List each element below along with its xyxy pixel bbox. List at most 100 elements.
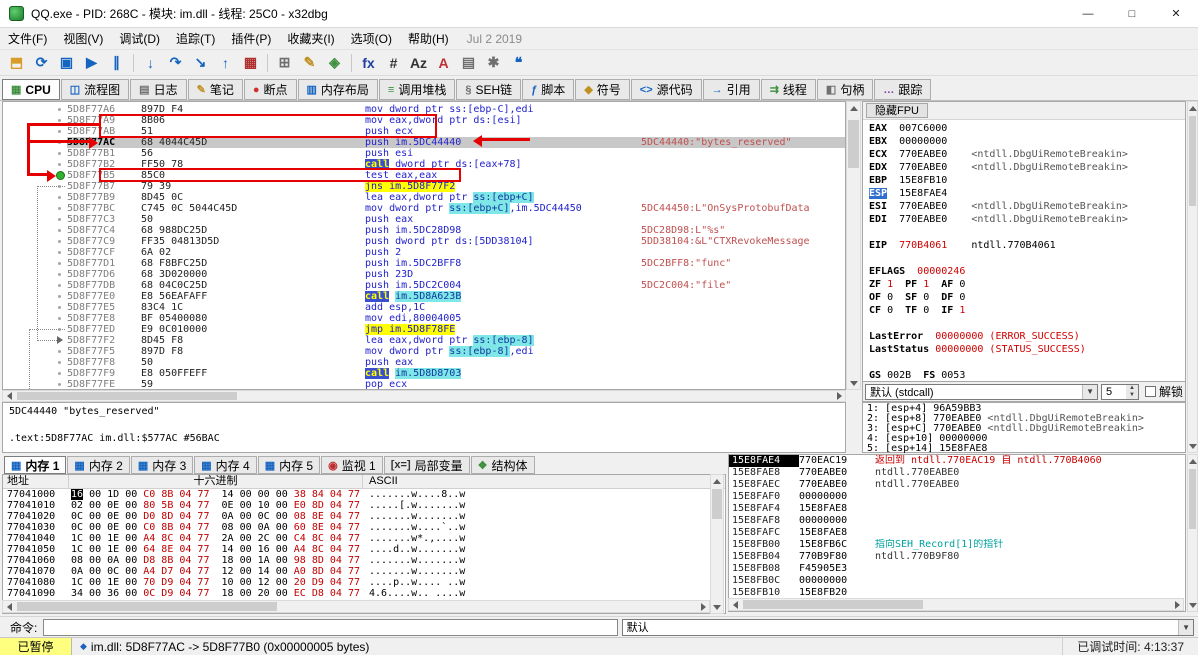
register-line[interactable]: [869, 317, 1179, 330]
stack-row-15E8FAF4[interactable]: 15E8FAF4 15E8FAE8: [729, 503, 1185, 515]
instruction-gutter[interactable]: [3, 269, 67, 280]
disasm-row-5D8F77E5[interactable]: 5D8F77E5 83C4 1C add esp,1C: [3, 302, 845, 313]
disasm-row-5D8F77C3[interactable]: 5D8F77C3 50 push eax: [3, 214, 845, 225]
disasm-row-5D8F77F5[interactable]: 5D8F77F5 897D F8 mov dword ptr ss:[ebp-8],…: [3, 346, 845, 357]
calculator-icon[interactable]: ▤: [456, 52, 481, 74]
dump-row-77041040[interactable]: 77041040 1C 00 1E 00 A4 8C 04 77 2A 00 2C…: [3, 533, 725, 544]
dump-row-77041060[interactable]: 77041060 08 00 0A 00 D8 8B 04 77 18 00 1A…: [3, 555, 725, 566]
register-line[interactable]: EIP 770B4061 ntdll.770B4061: [869, 239, 1179, 252]
dump-row-77041020[interactable]: 77041020 0C 00 0E 00 D0 8D 04 77 0A 00 0C…: [3, 511, 725, 522]
dump-horizontal-scrollbar[interactable]: [2, 600, 710, 613]
stack-vertical-scrollbar[interactable]: [1187, 454, 1198, 612]
registers-scrollbar[interactable]: [1187, 101, 1198, 453]
stack-row-15E8FB00[interactable]: 15E8FB00 15E8FB6C 指向SEH_Record[1]的指针: [729, 539, 1185, 551]
tab-log[interactable]: ▤ 日志: [130, 79, 187, 100]
register-line[interactable]: LastError 00000000 (ERROR_SUCCESS): [869, 330, 1179, 343]
disasm-row-5D8F77BC[interactable]: 5D8F77BC C745 0C 5044C45D mov dword ptr ss…: [3, 203, 845, 214]
tab-dump-5[interactable]: ▦ 内存 5: [257, 456, 321, 474]
disasm-row-5D8F77B9[interactable]: 5D8F77B9 8D45 0C lea eax,dword ptr ss:[ebp…: [3, 192, 845, 203]
tab-dump-1[interactable]: ▦ 内存 1: [4, 456, 67, 474]
instruction-gutter[interactable]: [3, 159, 67, 170]
instruction-gutter[interactable]: [3, 192, 67, 203]
instruction-dot[interactable]: [58, 284, 61, 287]
tab-notes[interactable]: ✎ 笔记: [187, 79, 243, 100]
stack-row-15E8FB0C[interactable]: 15E8FB0C 00000000: [729, 575, 1185, 587]
stack-row-15E8FAEC[interactable]: 15E8FAEC 770EABE0 ntdll.770EABE0: [729, 479, 1185, 491]
args-count-spinner[interactable]: 5 ▲ ▼: [1100, 383, 1139, 400]
instruction-dot[interactable]: [58, 361, 61, 364]
tab-handles[interactable]: ◧ 句柄: [816, 79, 874, 100]
calling-convention-select[interactable]: 默认 (stdcall) ▼: [865, 383, 1098, 400]
disasm-row-5D8F77AC[interactable]: 5D8F77AC 68 4044C45D push im.5DC44440 5DC44…: [3, 137, 845, 148]
instruction-dot[interactable]: [58, 372, 61, 375]
disasm-row-5D8F77CF[interactable]: 5D8F77CF 6A 02 push 2: [3, 247, 845, 258]
menu-trace[interactable]: 追踪(T): [168, 28, 223, 49]
restart-icon[interactable]: ⟳: [29, 52, 54, 74]
instruction-dot[interactable]: [58, 350, 61, 353]
register-line[interactable]: [869, 252, 1179, 265]
instruction-gutter[interactable]: [3, 148, 67, 159]
disasm-row-5D8F77F9[interactable]: 5D8F77F9 E8 050FFEFF call im.5D8D8703: [3, 368, 845, 379]
tab-source[interactable]: <> 源代码: [630, 79, 702, 100]
function-icon[interactable]: fx: [356, 52, 381, 74]
chat-icon[interactable]: ❝: [506, 52, 531, 74]
register-line[interactable]: ESI 770EABE0 <ntdll.DbgUiRemoteBreakin>: [869, 200, 1179, 213]
tab-seh[interactable]: § SEH链: [456, 79, 522, 100]
register-line[interactable]: CF 0 TF 0 IF 1: [869, 304, 1179, 317]
tab-references[interactable]: → 引用: [702, 79, 760, 100]
tab-dump-3[interactable]: ▦ 内存 3: [130, 456, 194, 474]
stack-horizontal-scrollbar[interactable]: [728, 598, 1184, 611]
tab-call-stack[interactable]: ≡ 调用堆栈: [378, 79, 456, 100]
menu-help[interactable]: 帮助(H): [400, 28, 457, 49]
dump-row-77041050[interactable]: 77041050 1C 00 1E 00 64 8E 04 77 14 00 16…: [3, 544, 725, 555]
instruction-gutter[interactable]: [3, 236, 67, 247]
dump-row-77041000[interactable]: 77041000 16 00 1D 00 C0 8B 04 77 14 00 00…: [3, 489, 725, 500]
instruction-dot[interactable]: [58, 119, 61, 122]
minimize-button[interactable]: —: [1066, 0, 1110, 27]
breakpoint-dot[interactable]: [56, 171, 65, 180]
instruction-gutter[interactable]: [3, 258, 67, 269]
tab-cpu[interactable]: ▦ CPU: [2, 79, 60, 100]
tab-breakpoints[interactable]: ● 断点: [243, 79, 297, 100]
instruction-gutter[interactable]: [3, 302, 67, 313]
notes-icon[interactable]: ✎: [297, 52, 322, 74]
register-line[interactable]: [869, 356, 1179, 369]
hash-icon[interactable]: #: [381, 52, 406, 74]
register-line[interactable]: EAX 007C6000: [869, 122, 1179, 135]
instruction-dot[interactable]: [58, 196, 61, 199]
instruction-gutter[interactable]: [3, 104, 67, 115]
instruction-gutter[interactable]: [3, 368, 67, 379]
stack-row-15E8FAE8[interactable]: 15E8FAE8 770EABE0 ntdll.770EABE0: [729, 467, 1185, 479]
instruction-gutter[interactable]: [3, 126, 67, 137]
menu-file[interactable]: 文件(F): [0, 28, 55, 49]
instruction-dot[interactable]: [58, 383, 61, 386]
menu-plugins[interactable]: 插件(P): [223, 28, 279, 49]
tab-trace[interactable]: … 跟踪: [874, 79, 932, 100]
register-line[interactable]: EDX 770EABE0 <ntdll.DbgUiRemoteBreakin>: [869, 161, 1179, 174]
register-line[interactable]: ZF 1 PF 1 AF 0: [869, 278, 1179, 291]
instruction-gutter[interactable]: [3, 291, 67, 302]
scroll-down-arrow[interactable]: [847, 377, 860, 389]
maximize-button[interactable]: □: [1110, 0, 1154, 27]
tab-memory-map[interactable]: ▥ 内存布局: [297, 79, 378, 100]
instruction-dot[interactable]: [58, 152, 61, 155]
register-line[interactable]: EFLAGS 00000246: [869, 265, 1179, 278]
instruction-dot[interactable]: [58, 108, 61, 111]
instruction-dot[interactable]: [58, 306, 61, 309]
disasm-row-5D8F77DB[interactable]: 5D8F77DB 68 04C0C25D push im.5DC2C004 5DC2C…: [3, 280, 845, 291]
instruction-gutter[interactable]: [3, 379, 67, 389]
instruction-dot[interactable]: [58, 251, 61, 254]
menu-options[interactable]: 选项(O): [343, 28, 400, 49]
chevron-down-icon[interactable]: ▼: [1082, 384, 1097, 399]
dump-row-77041080[interactable]: 77041080 1C 00 1E 00 70 D9 04 77 10 00 12…: [3, 577, 725, 588]
disasm-row-5D8F77B1[interactable]: 5D8F77B1 56 push esi: [3, 148, 845, 159]
instruction-dot[interactable]: [58, 229, 61, 232]
close-button[interactable]: ✕: [1154, 0, 1198, 27]
instruction-gutter[interactable]: [3, 346, 67, 357]
scroll-right-arrow[interactable]: [833, 391, 845, 401]
scroll-left-arrow[interactable]: [3, 391, 15, 401]
register-line[interactable]: EBP 15E8FB10: [869, 174, 1179, 187]
settings-icon[interactable]: ✱: [481, 52, 506, 74]
register-line[interactable]: GS 002B FS 0053: [869, 369, 1179, 381]
step-over-icon[interactable]: ↷: [163, 52, 188, 74]
